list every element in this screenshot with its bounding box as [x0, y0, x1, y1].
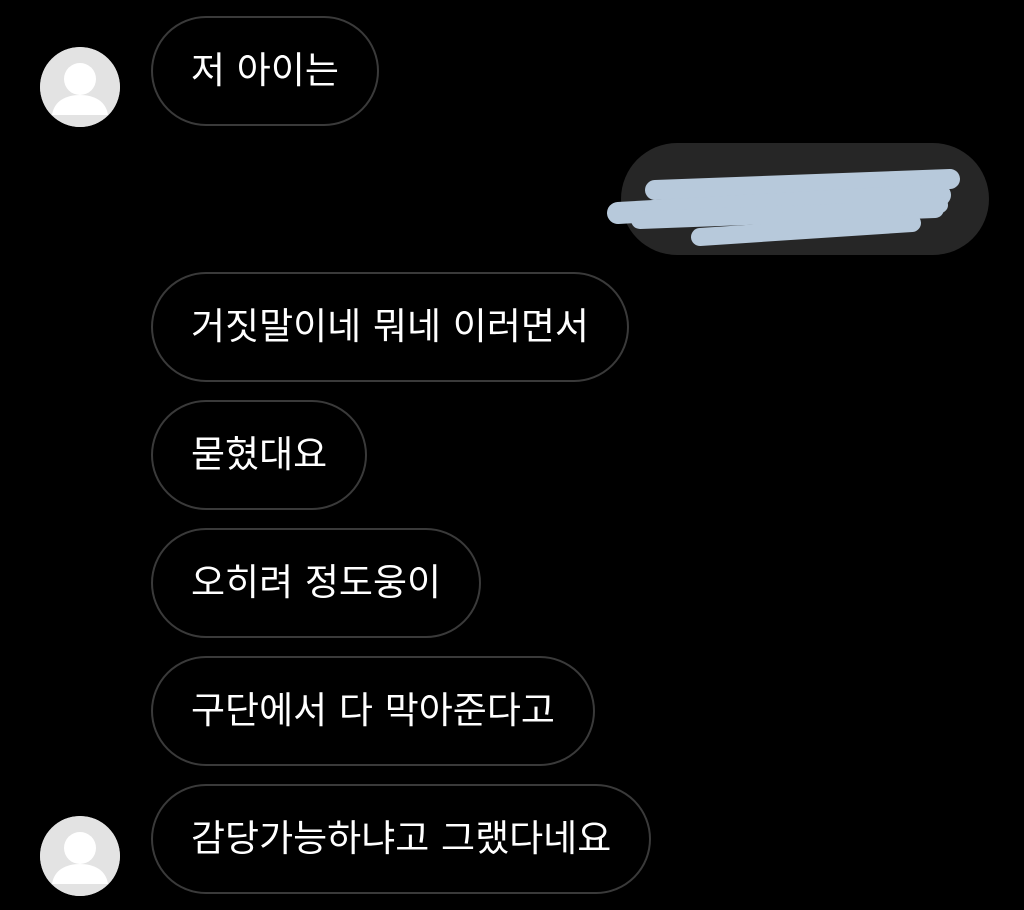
message-text: 묻혔대요	[191, 433, 328, 476]
sender-avatar[interactable]	[40, 47, 120, 127]
received-message[interactable]: 감당가능하냐고 그랬다네요	[151, 784, 652, 894]
default-profile-icon	[40, 816, 120, 896]
default-profile-icon	[40, 47, 120, 127]
message-text: 오히려 정도웅이	[191, 561, 442, 604]
message-text: 구단에서 다 막아준다고	[191, 689, 555, 732]
received-message[interactable]: 저 아이는	[151, 16, 379, 126]
message-text: 저 아이는	[191, 49, 339, 92]
message-text: 거짓말이네 뭐네 이러면서	[191, 305, 589, 348]
received-message[interactable]: 묻혔대요	[151, 400, 368, 510]
received-message[interactable]: 거짓말이네 뭐네 이러면서	[151, 272, 629, 382]
message-text: 감당가능하냐고 그랬다네요	[191, 817, 612, 860]
received-message[interactable]: 구단에서 다 막아준다고	[151, 656, 595, 766]
sender-avatar[interactable]	[40, 816, 120, 896]
received-message[interactable]: 오히려 정도웅이	[151, 528, 482, 638]
redaction-scribble	[607, 169, 960, 246]
